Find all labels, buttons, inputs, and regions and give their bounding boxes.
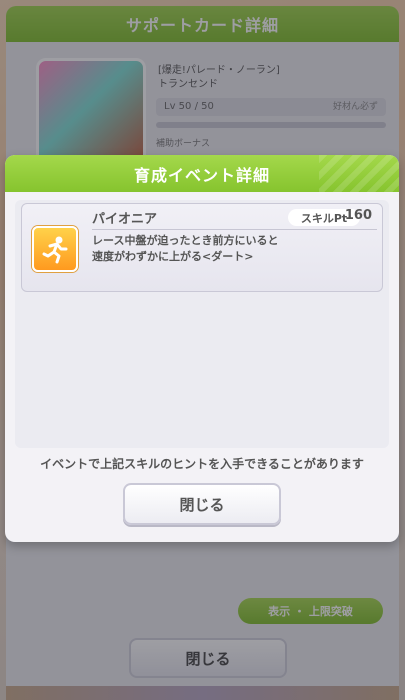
skill-pt-value: 160 [344,208,372,223]
training-event-detail-modal: 育成イベント詳細 パイオニア スキルPt 160 レース中盤が迫ったとき前方にい… [5,155,399,542]
runner-icon [42,236,68,264]
skill-description: レース中盤が迫ったとき前方にいると 速度がわずかに上がる<ダート> [92,233,377,265]
close-button[interactable]: 閉じる [123,483,281,525]
skill-card[interactable]: パイオニア スキルPt 160 レース中盤が迫ったとき前方にいると 速度がわずか… [21,203,383,292]
event-notice: イベントで上記スキルのヒントを入手できることがあります [40,457,364,471]
skill-name: パイオニア [92,212,158,227]
modal-body: パイオニア スキルPt 160 レース中盤が迫ったとき前方にいると 速度がわずか… [15,200,389,448]
speed-skill-icon [32,226,78,272]
modal-title: 育成イベント詳細 [5,155,399,192]
skill-description-line2: 速度がわずかに上がる<ダート> [92,250,254,263]
skill-divider [92,229,377,230]
skill-description-line1: レース中盤が迫ったとき前方にいると [92,234,279,247]
